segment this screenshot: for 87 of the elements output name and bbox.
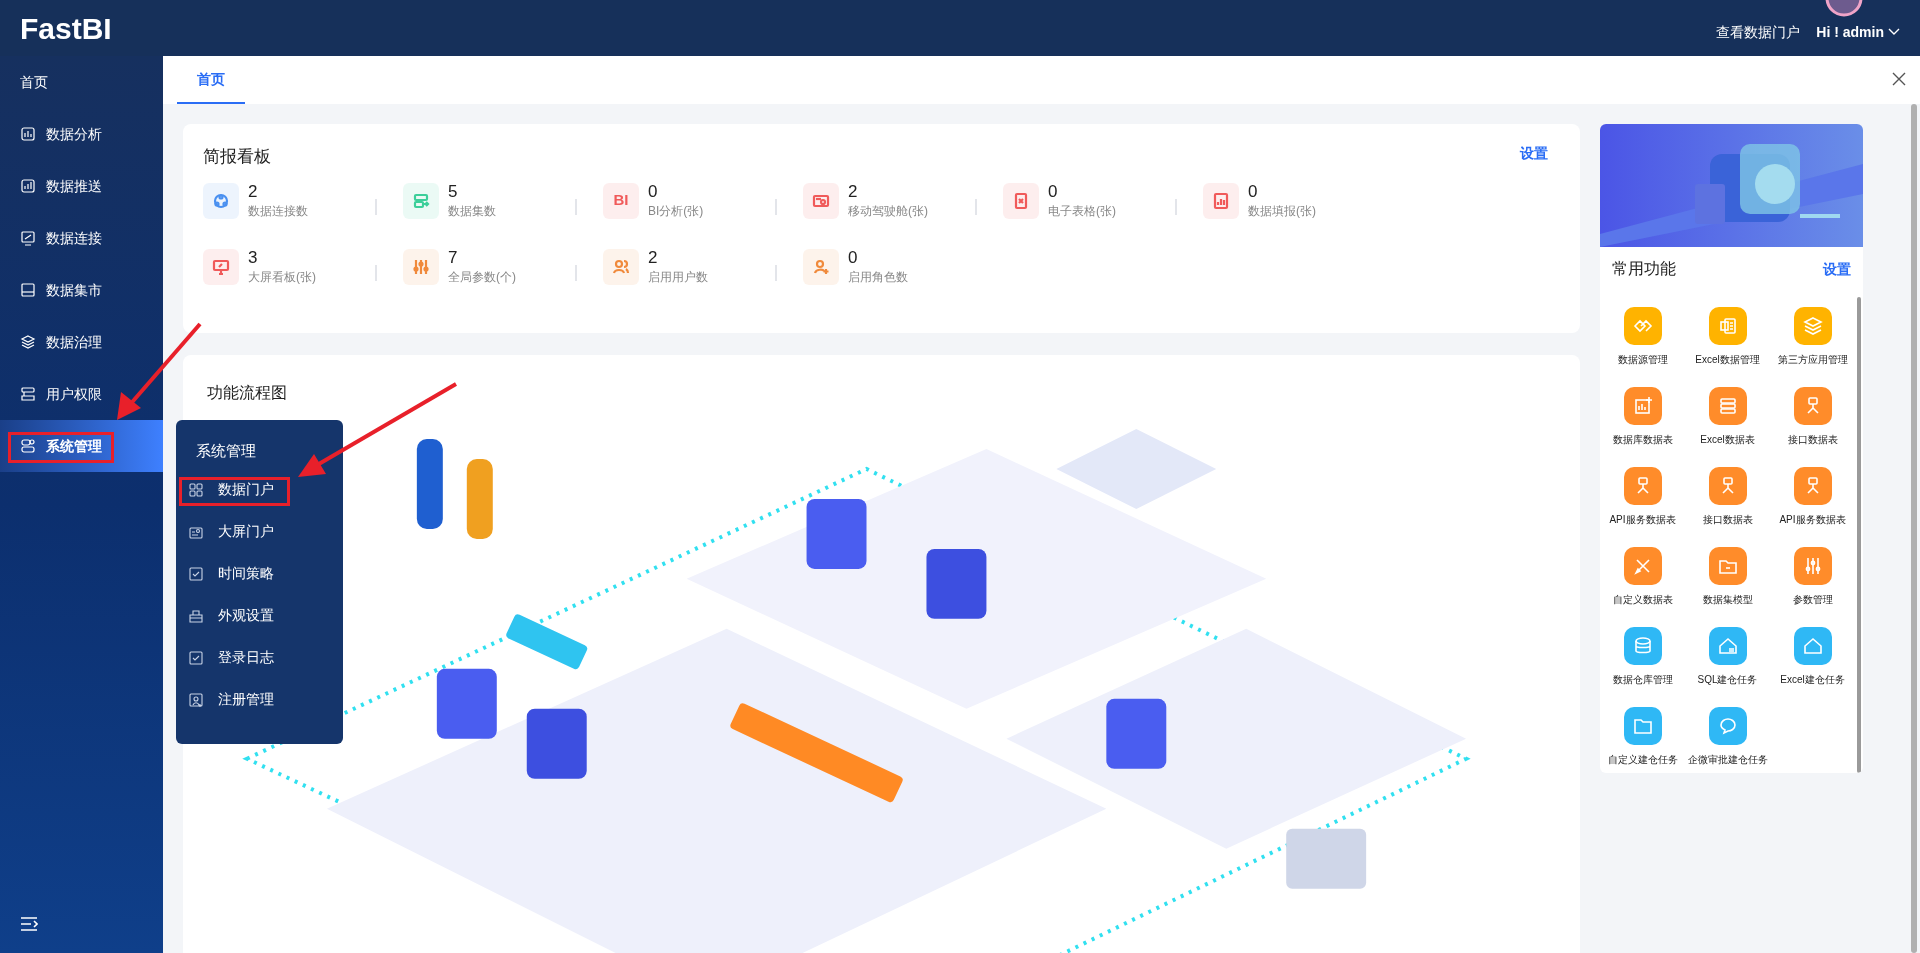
collapse-menu-icon[interactable] [20, 917, 38, 931]
stat-value: 2 [648, 247, 659, 268]
stat-label: 电子表格(张) [1048, 202, 1116, 220]
page-scrollbar[interactable] [1911, 104, 1917, 953]
shortcut-item[interactable]: 数据库数据表 [1600, 387, 1685, 447]
stat-label: 启用用户数 [648, 268, 708, 286]
menu-icon [20, 282, 36, 298]
sidebar-item[interactable]: 数据推送 [0, 160, 163, 212]
stat-value: 5 [448, 181, 459, 202]
stat-icon [603, 248, 639, 285]
menu-icon [20, 386, 36, 402]
sidebar-item[interactable]: 数据连接 [0, 212, 163, 264]
stat-label: 数据集数 [448, 202, 496, 220]
stat-icon [403, 182, 439, 219]
card-title: 简报看板 [203, 147, 271, 166]
menu-icon [188, 607, 204, 624]
submenu-item[interactable]: 时间策略 [176, 560, 343, 587]
stat-label: 全局参数(个) [448, 268, 516, 286]
settings-link[interactable]: 设置 [1823, 258, 1851, 280]
sidebar-item[interactable]: 首页 [0, 56, 163, 108]
chevron-down-icon [1888, 28, 1900, 36]
submenu-title: 系统管理 [195, 441, 257, 461]
stat-icon [1003, 182, 1039, 219]
sidebar-item[interactable]: 数据集市 [0, 264, 163, 316]
stat-icon [203, 248, 239, 285]
stat-icon [403, 248, 439, 285]
shortcut-item[interactable]: Excel数据表 [1685, 387, 1770, 447]
shortcut-item[interactable]: 数据集模型 [1685, 547, 1770, 607]
menu-icon [20, 126, 36, 142]
close-icon[interactable] [1892, 72, 1906, 86]
shortcut-item[interactable]: 数据源管理 [1600, 307, 1685, 367]
shortcut-item[interactable]: Excel数据管理 [1685, 307, 1770, 367]
shortcut-item[interactable]: API服务数据表 [1770, 467, 1855, 527]
stat-value: 2 [848, 181, 859, 202]
bi-badge: BI [603, 182, 639, 219]
stat-value: 0 [648, 181, 659, 202]
stat-value: 0 [1248, 181, 1259, 202]
shortcut-item[interactable]: 自定义数据表 [1600, 547, 1685, 607]
portal-link[interactable]: 查看数据门户 [1716, 21, 1801, 43]
stat-label: 数据连接数 [248, 202, 308, 220]
stat-label: 数据填报(张) [1248, 202, 1316, 220]
menu-icon [188, 691, 204, 708]
sidebar-item[interactable]: 数据分析 [0, 108, 163, 160]
stat-value: 2 [248, 181, 259, 202]
menu-icon [20, 334, 36, 350]
panel-title: 常用功能 [1612, 259, 1676, 279]
stat-value: 0 [848, 247, 859, 268]
menu-icon [188, 565, 204, 582]
stat-label: 移动驾驶舱(张) [848, 202, 928, 220]
sidebar-item[interactable]: 用户权限 [0, 368, 163, 420]
shortcut-item[interactable]: 接口数据表 [1770, 387, 1855, 447]
settings-link[interactable]: 设置 [1520, 143, 1548, 164]
card-title: 功能流程图 [207, 384, 287, 401]
stat-icon [803, 182, 839, 219]
user-menu[interactable]: Hi ! admin [1816, 21, 1900, 43]
stat-label: 大屏看板(张) [248, 268, 316, 286]
shortcut-item[interactable]: API服务数据表 [1600, 467, 1685, 527]
tab[interactable]: 首页 [177, 56, 245, 104]
shortcut-item[interactable]: Excel建仓任务 [1770, 627, 1855, 687]
shortcut-item[interactable]: 参数管理 [1770, 547, 1855, 607]
submenu-item[interactable]: 大屏门户 [176, 518, 343, 545]
shortcut-item[interactable]: 第三方应用管理 [1770, 307, 1855, 367]
stat-value: 7 [448, 247, 459, 268]
stat-label: BI分析(张) [648, 202, 704, 220]
sidebar-item[interactable]: 数据治理 [0, 316, 163, 368]
menu-icon [20, 178, 36, 194]
stat-icon [1203, 182, 1239, 219]
submenu-item[interactable]: 外观设置 [176, 602, 343, 629]
shortcut-item[interactable]: 数据仓库管理 [1600, 627, 1685, 687]
menu-icon [20, 230, 36, 246]
shortcut-item[interactable]: 接口数据表 [1685, 467, 1770, 527]
menu-icon [188, 481, 204, 498]
shortcut-item[interactable]: 企微审批建仓任务 [1685, 707, 1770, 767]
submenu-item[interactable]: 注册管理 [176, 686, 343, 713]
stat-label: 启用角色数 [848, 268, 908, 286]
avatar[interactable] [1824, 0, 1864, 18]
submenu-item[interactable]: 登录日志 [176, 644, 343, 671]
menu-icon [20, 438, 36, 454]
shortcut-item[interactable]: 自定义建仓任务 [1600, 707, 1685, 767]
stat-value: 3 [248, 247, 259, 268]
scrollbar[interactable] [1857, 297, 1861, 773]
stat-icon [803, 248, 839, 285]
menu-icon [188, 649, 204, 666]
stat-icon [203, 182, 239, 219]
shortcut-item[interactable]: SQL建仓任务 [1685, 627, 1770, 687]
stat-value: 0 [1048, 181, 1059, 202]
logo-text: FastBI [20, 10, 112, 47]
